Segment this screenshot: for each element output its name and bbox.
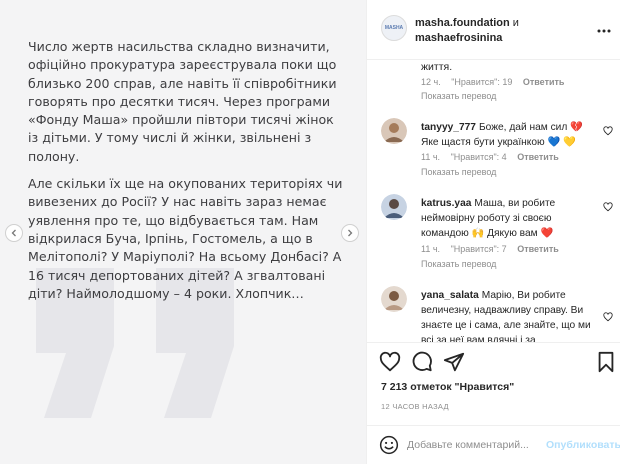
carousel-prev-button[interactable] bbox=[5, 224, 23, 242]
avatar[interactable] bbox=[381, 286, 407, 312]
chevron-right-icon bbox=[348, 229, 353, 237]
show-translation-link[interactable]: Показать перевод bbox=[421, 259, 496, 269]
author-username-link[interactable]: masha.foundation bbox=[415, 17, 510, 29]
avatar[interactable] bbox=[381, 118, 407, 144]
avatar[interactable] bbox=[381, 194, 407, 220]
comment-time: 11 ч. bbox=[421, 152, 441, 162]
likes-count[interactable]: 7 213 отметок "Нравится" bbox=[381, 381, 514, 393]
comment-composer: Опубликовать bbox=[367, 425, 620, 464]
post-media: Число жертв насильства складно визначити… bbox=[0, 0, 366, 464]
post-timestamp: 12 ЧАСОВ НАЗАД bbox=[381, 402, 449, 411]
post-paragraph: Але скільки їх ще на окупованих територі… bbox=[28, 176, 343, 301]
coauthor-username-link[interactable]: mashaefrosinina bbox=[415, 32, 502, 44]
carousel-next-button[interactable] bbox=[341, 224, 359, 242]
heart-icon[interactable] bbox=[379, 351, 401, 373]
comment-likes[interactable]: "Нравится": 7 bbox=[451, 244, 507, 254]
more-icon bbox=[597, 29, 611, 33]
comment-likes[interactable]: "Нравится": 19 bbox=[451, 77, 512, 87]
post-header: MASHA masha.foundation и mashaefrosinina bbox=[367, 0, 620, 60]
comment-text-truncated: життя. bbox=[421, 61, 453, 73]
show-translation-link[interactable]: Показать перевод bbox=[421, 91, 496, 101]
comment-username[interactable]: yana_salata bbox=[421, 290, 479, 301]
reply-button[interactable]: Ответить bbox=[517, 244, 559, 254]
avatar-logo-text: MASHA bbox=[384, 25, 404, 31]
post-text: Число жертв насильства складно визначити… bbox=[28, 38, 346, 312]
comment-input[interactable] bbox=[407, 436, 537, 454]
comment-body: tanyyy_777 Боже, дай нам сил 💔 Яке щастя … bbox=[421, 120, 601, 150]
show-translation-link[interactable]: Показать перевод bbox=[421, 167, 496, 177]
like-comment-icon[interactable] bbox=[603, 202, 613, 212]
like-comment-icon[interactable] bbox=[603, 126, 613, 136]
authors-conjunction: и bbox=[512, 17, 519, 29]
reply-button[interactable]: Ответить bbox=[523, 77, 565, 87]
reply-button[interactable]: Ответить bbox=[517, 152, 559, 162]
comment-body: yana_salata Марію, Ви робите величезну, н… bbox=[421, 288, 601, 342]
bookmark-icon[interactable] bbox=[595, 351, 617, 373]
more-options-button[interactable] bbox=[597, 24, 611, 33]
like-comment-icon[interactable] bbox=[603, 312, 613, 322]
post-actions bbox=[367, 342, 620, 378]
comment-username[interactable]: katrus.yaa bbox=[421, 198, 471, 209]
post-details-panel: MASHA masha.foundation и mashaefrosinina… bbox=[366, 0, 620, 464]
comment-icon[interactable] bbox=[411, 351, 433, 373]
comment-likes[interactable]: "Нравится": 4 bbox=[451, 152, 507, 162]
comment-body: katrus.yaa Маша, ви робите неймовірну роб… bbox=[421, 196, 601, 241]
comment-time: 12 ч. bbox=[421, 77, 441, 87]
chevron-left-icon bbox=[11, 229, 16, 237]
share-icon[interactable] bbox=[443, 351, 465, 373]
post-paragraph: Число жертв насильства складно визначити… bbox=[28, 39, 337, 164]
comment-username[interactable]: tanyyy_777 bbox=[421, 122, 476, 133]
comment-meta: 12 ч. "Нравится": 19 Ответить bbox=[421, 77, 572, 87]
comments-list[interactable]: життя. 12 ч. "Нравится": 19 Ответить Пок… bbox=[367, 60, 620, 342]
post-authors: masha.foundation и mashaefrosinina bbox=[415, 16, 519, 46]
comment-time: 11 ч. bbox=[421, 244, 441, 254]
publish-button[interactable]: Опубликовать bbox=[546, 439, 620, 451]
avatar[interactable]: MASHA bbox=[381, 15, 407, 41]
comment-meta: 11 ч. "Нравится": 7 Ответить bbox=[421, 244, 567, 254]
emoji-icon[interactable] bbox=[379, 435, 399, 455]
comment-meta: 11 ч. "Нравится": 4 Ответить bbox=[421, 152, 567, 162]
